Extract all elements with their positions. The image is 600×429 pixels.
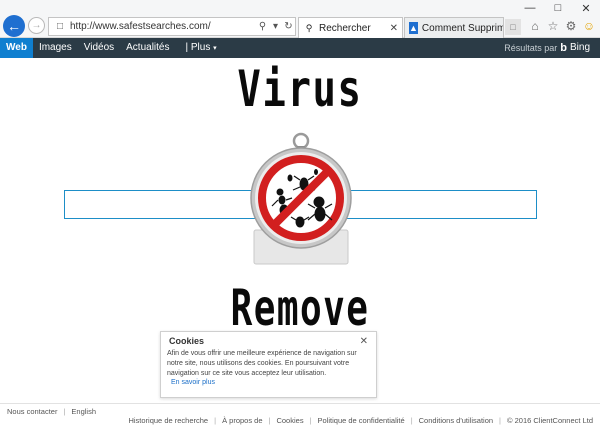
toolbar-icons: ⌂ ☆ ⚙ ☺ — [528, 19, 596, 33]
footer-cookies-link[interactable]: Cookies — [276, 416, 303, 425]
smiley-icon[interactable]: ☺ — [582, 19, 596, 33]
footer-separator: | — [309, 416, 312, 425]
page-icon: □ — [56, 21, 64, 32]
gear-icon[interactable]: ⚙ — [564, 19, 578, 33]
cookie-learn-more-link[interactable]: En savoir plus — [171, 379, 370, 386]
dropdown-icon[interactable]: ▾ — [269, 21, 282, 32]
back-arrow-icon[interactable]: ← — [3, 15, 25, 37]
footer-privacy-link[interactable]: Politique de confidentialité — [318, 416, 405, 425]
bing-logo-icon: b — [560, 42, 567, 54]
footer-separator: | — [499, 416, 501, 425]
footer-contact-link[interactable]: Nous contacter — [7, 407, 57, 416]
browser-chrome: — □ ✕ ← → □ http://www.safestsearches.co… — [0, 0, 600, 38]
new-tab-button[interactable]: □ — [505, 19, 521, 35]
address-url[interactable]: http://www.safestsearches.com/ — [70, 21, 256, 32]
prohibited-bugs-emblem — [250, 132, 352, 265]
cookie-title: Cookies — [169, 336, 205, 346]
footer-separator: | — [268, 416, 271, 425]
cookie-body: Afin de vous offrir une meilleure expéri… — [167, 350, 357, 377]
minimize-button[interactable]: — — [516, 0, 544, 16]
footer-right: Historique de recherche | À propos de | … — [128, 416, 593, 425]
nav-actualites[interactable]: Actualités — [120, 38, 175, 58]
tab-rechercher[interactable]: ⚲ Rechercher ✕ — [298, 17, 403, 38]
footer-separator: | — [214, 416, 217, 425]
nav-images[interactable]: Images — [33, 38, 78, 58]
close-tab-icon[interactable]: ✕ — [390, 23, 398, 34]
footer-terms-link[interactable]: Conditions d'utilisation — [419, 416, 493, 425]
bing-attribution: Résultats par b Bing — [504, 38, 590, 58]
address-bar[interactable]: □ http://www.safestsearches.com/ ⚲ ▾ ↻ — [48, 17, 296, 36]
remove-heading: Remove — [230, 279, 370, 337]
footer-copyright: © 2016 ClientConnect Ltd — [507, 416, 593, 425]
footer-separator: | — [63, 407, 66, 416]
search-icon: ⚲ — [305, 22, 313, 33]
footer-history-link[interactable]: Historique de recherche — [128, 416, 208, 425]
refresh-icon[interactable]: ↻ — [282, 21, 295, 32]
nav-web[interactable]: Web — [0, 38, 33, 58]
nav-plus-label: | Plus — [185, 42, 211, 53]
cookie-notice: Cookies ✕ Afin de vous offrir une meille… — [160, 331, 377, 398]
window-controls: — □ ✕ — [516, 0, 600, 16]
footer-language-link[interactable]: English — [71, 407, 96, 416]
chevron-down-icon: ▾ — [213, 45, 217, 52]
tab-comment-supprimer[interactable]: ▲ Comment Supprimer ... — [404, 17, 504, 38]
search-icon[interactable]: ⚲ — [256, 21, 269, 32]
footer-separator: | — [410, 416, 413, 425]
favicon-icon: ▲ — [409, 22, 418, 34]
nav-plus[interactable]: | Plus ▾ — [180, 38, 223, 58]
search-nav-bar: Web Images Vidéos Actualités | Plus ▾ Ré… — [0, 38, 600, 58]
maximize-button[interactable]: □ — [544, 0, 572, 16]
close-icon[interactable]: ✕ — [360, 336, 368, 347]
home-icon[interactable]: ⌂ — [528, 19, 542, 33]
page-footer: Nous contacter | English Historique de r… — [0, 403, 600, 429]
attribution-text: Résultats par — [504, 43, 558, 53]
nav-videos[interactable]: Vidéos — [78, 38, 120, 58]
footer-about-link[interactable]: À propos de — [222, 416, 262, 425]
ring-icon — [292, 132, 310, 150]
bing-name: Bing — [569, 42, 590, 53]
tab-label: Comment Supprimer ... — [421, 22, 503, 34]
tab-label: Rechercher — [319, 22, 371, 34]
virus-heading: Virus — [237, 60, 363, 118]
forward-arrow-icon[interactable]: → — [28, 17, 45, 34]
close-window-button[interactable]: ✕ — [572, 0, 600, 16]
footer-left: Nous contacter | English — [7, 407, 96, 416]
star-icon[interactable]: ☆ — [546, 19, 560, 33]
